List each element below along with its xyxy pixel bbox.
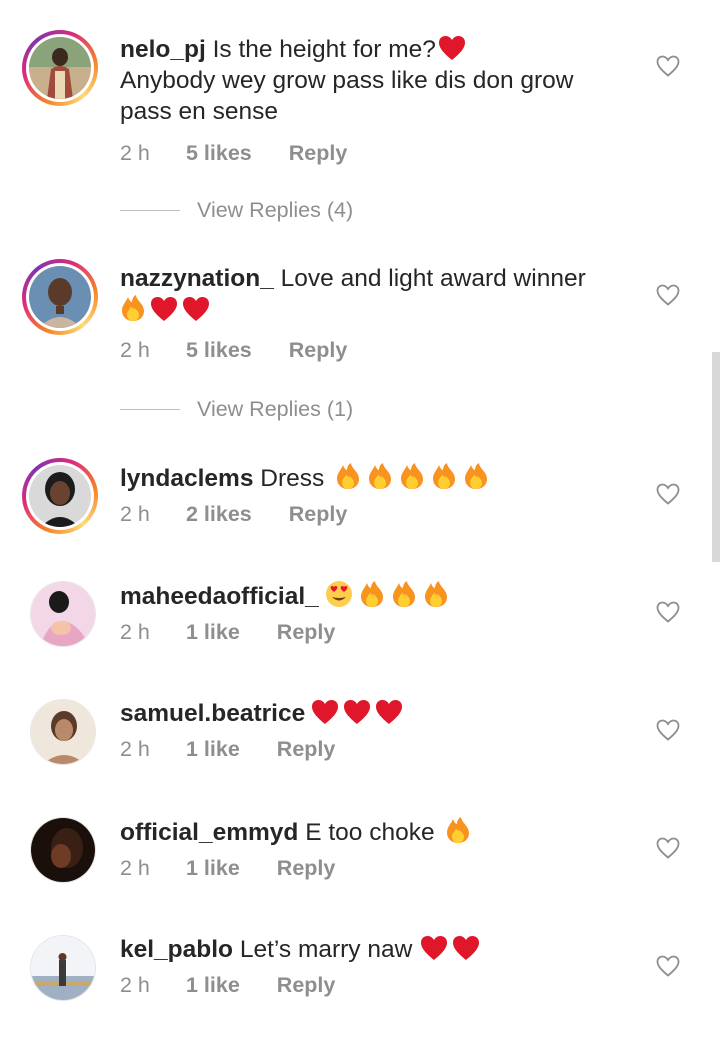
red-heart-emoji — [311, 699, 339, 725]
comment-likes[interactable]: 1 like — [186, 856, 240, 881]
like-heart-icon[interactable] — [656, 837, 680, 859]
comment-username[interactable]: lyndaclems — [120, 465, 253, 492]
comment-likes[interactable]: 5 likes — [186, 338, 252, 363]
avatar[interactable] — [30, 817, 96, 883]
comment-username[interactable]: official_emmyd — [120, 819, 298, 846]
comment-time: 2 h — [120, 856, 150, 880]
red-heart-emoji — [452, 935, 480, 961]
comment-likes[interactable]: 2 likes — [186, 502, 252, 527]
comment-time: 2 h — [120, 141, 150, 165]
reply-button[interactable]: Reply — [289, 502, 348, 527]
avatar[interactable] — [22, 458, 98, 534]
comment-username[interactable]: nazzynation_ — [120, 265, 274, 292]
avatar[interactable] — [30, 581, 96, 647]
avatar[interactable] — [22, 30, 98, 106]
comment-time: 2 h — [120, 973, 150, 997]
divider — [120, 210, 180, 211]
reply-button[interactable]: Reply — [277, 620, 336, 645]
fire-emoji — [431, 462, 457, 490]
fire-emoji — [359, 580, 385, 608]
comment-time: 2 h — [120, 620, 150, 644]
comment-text: Is the height for me? — [212, 36, 436, 63]
like-heart-icon[interactable] — [656, 719, 680, 741]
reply-button[interactable]: Reply — [277, 856, 336, 881]
comment-time: 2 h — [120, 338, 150, 362]
like-heart-icon[interactable] — [656, 284, 680, 306]
red-heart-emoji — [375, 699, 403, 725]
comment-time: 2 h — [120, 502, 150, 526]
view-replies-label: View Replies (4) — [197, 198, 354, 222]
fire-emoji — [463, 462, 489, 490]
red-heart-emoji — [420, 935, 448, 961]
red-heart-emoji — [182, 296, 210, 322]
emoji-line — [120, 294, 210, 324]
like-heart-icon[interactable] — [656, 955, 680, 977]
fire-emoji — [423, 580, 449, 608]
comment-username[interactable]: maheedaofficial_ — [120, 583, 319, 610]
fire-emoji — [399, 462, 425, 490]
comment-username[interactable]: samuel.beatrice — [120, 700, 305, 727]
comment-likes[interactable]: 1 like — [186, 973, 240, 998]
comment-text: Let’s marry naw — [239, 936, 413, 963]
heart-eyes-emoji — [325, 580, 353, 608]
comment-text: Love and light award winner — [280, 265, 586, 292]
comment-text: Dress — [260, 465, 325, 492]
reply-button[interactable]: Reply — [277, 973, 336, 998]
comment-time: 2 h — [120, 737, 150, 761]
comment-likes[interactable]: 1 like — [186, 620, 240, 645]
avatar[interactable] — [30, 935, 96, 1001]
view-replies-button[interactable]: View Replies (4) — [120, 198, 353, 223]
comment-username[interactable]: nelo_pj — [120, 36, 206, 63]
avatar[interactable] — [22, 259, 98, 335]
view-replies-button[interactable]: View Replies (1) — [120, 397, 353, 422]
like-heart-icon[interactable] — [656, 601, 680, 623]
comment-likes[interactable]: 1 like — [186, 737, 240, 762]
fire-emoji — [391, 580, 417, 608]
fire-emoji — [445, 816, 471, 844]
red-heart-emoji — [438, 35, 466, 61]
scrollbar-thumb[interactable] — [712, 352, 720, 562]
fire-emoji — [335, 462, 361, 490]
fire-emoji — [367, 462, 393, 490]
comment-username[interactable]: kel_pablo — [120, 936, 233, 963]
comment-text: E too choke — [305, 819, 435, 846]
like-heart-icon[interactable] — [656, 55, 680, 77]
comment-likes[interactable]: 5 likes — [186, 141, 252, 166]
red-heart-emoji — [150, 296, 178, 322]
divider — [120, 409, 180, 410]
reply-button[interactable]: Reply — [277, 737, 336, 762]
reply-button[interactable]: Reply — [289, 338, 348, 363]
like-heart-icon[interactable] — [656, 483, 680, 505]
reply-button[interactable]: Reply — [289, 141, 348, 166]
comment-text-continued: Anybody wey grow pass like dis don grow … — [120, 67, 574, 125]
view-replies-label: View Replies (1) — [197, 397, 354, 421]
red-heart-emoji — [343, 699, 371, 725]
fire-emoji — [120, 294, 146, 322]
avatar[interactable] — [30, 699, 96, 765]
